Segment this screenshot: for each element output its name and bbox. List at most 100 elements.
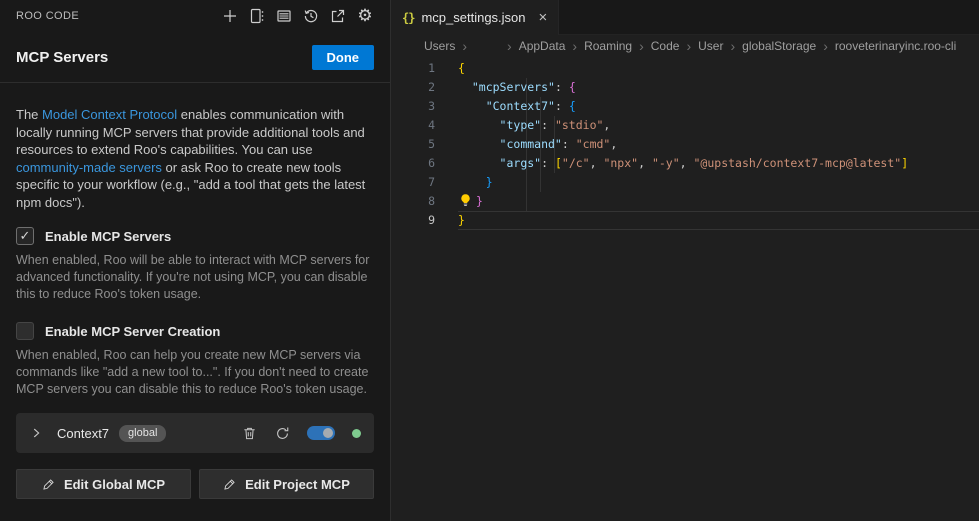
- code-token: }: [458, 213, 465, 227]
- server-enabled-toggle[interactable]: [307, 426, 335, 440]
- intro-text: The: [16, 107, 42, 122]
- trash-icon[interactable]: [241, 425, 257, 441]
- breadcrumb-item[interactable]: Code: [651, 39, 680, 53]
- tab-strip: {} mcp_settings.json ×: [391, 0, 979, 35]
- edit-project-mcp-button[interactable]: Edit Project MCP: [199, 469, 374, 499]
- code-token: ,: [590, 156, 604, 170]
- edit-project-mcp-label: Edit Project MCP: [245, 477, 350, 492]
- line-content: "type": "stdio",: [458, 116, 979, 135]
- line-content: "command": "cmd",: [458, 135, 979, 154]
- panel-header: ROO CODE ⚙: [0, 0, 390, 32]
- enable-mcp-creation-row: Enable MCP Server Creation: [16, 322, 374, 340]
- breadcrumb-separator: ›: [686, 39, 691, 53]
- edit-global-mcp-button[interactable]: Edit Global MCP: [16, 469, 191, 499]
- line-content: {: [458, 59, 979, 78]
- pencil-icon: [42, 478, 55, 491]
- intro-paragraph: The Model Context Protocol enables commu…: [16, 106, 374, 211]
- code-line[interactable]: 5 "command": "cmd",: [391, 135, 979, 154]
- line-number: 9: [391, 211, 435, 230]
- code-token: "args": [500, 156, 542, 170]
- enable-mcp-creation-checkbox[interactable]: [16, 322, 34, 340]
- line-number: 8: [391, 192, 435, 211]
- code-token: ,: [603, 118, 610, 132]
- lightbulb-icon[interactable]: [458, 192, 476, 211]
- line-number: 1: [391, 59, 435, 78]
- enable-mcp-servers-label: Enable MCP Servers: [45, 229, 171, 244]
- line-content: }: [458, 211, 979, 230]
- code-token: "@upstash/context7-mcp@latest": [694, 156, 902, 170]
- line-content: }: [458, 192, 979, 211]
- code-token: [458, 99, 486, 113]
- code-line[interactable]: 9}: [391, 211, 979, 230]
- line-number: 6: [391, 154, 435, 173]
- breadcrumb-item[interactable]: rooveterinaryinc.roo-cli: [835, 39, 956, 53]
- panel-toolbar: ⚙: [221, 7, 374, 25]
- vscode-window: ROO CODE ⚙ MCP S: [0, 0, 979, 521]
- code-line[interactable]: 4 "type": "stdio",: [391, 116, 979, 135]
- intro-link[interactable]: community-made servers: [16, 160, 162, 175]
- done-button[interactable]: Done: [312, 45, 375, 70]
- chevron-right-icon[interactable]: [29, 426, 43, 440]
- code-line[interactable]: 1{: [391, 59, 979, 78]
- breadcrumb-separator: ›: [462, 39, 467, 53]
- line-number: 7: [391, 173, 435, 192]
- notebook-icon[interactable]: [248, 7, 266, 25]
- server-stack-icon[interactable]: [275, 7, 293, 25]
- breadcrumb-separator: ›: [639, 39, 644, 53]
- line-content: "mcpServers": {: [458, 78, 979, 97]
- server-scope-badge: global: [119, 425, 166, 442]
- breadcrumb-separator: ›: [572, 39, 577, 53]
- header-divider: [0, 82, 390, 83]
- code-token: "type": [500, 118, 542, 132]
- code-token: {: [569, 99, 576, 113]
- page-title: MCP Servers: [16, 49, 108, 66]
- code-token: "cmd": [576, 137, 611, 151]
- breadcrumb-item[interactable]: User: [698, 39, 723, 53]
- refresh-icon[interactable]: [274, 425, 290, 441]
- code-token: :: [555, 99, 569, 113]
- line-content: }: [458, 173, 979, 192]
- roo-code-panel: ROO CODE ⚙ MCP S: [0, 0, 391, 521]
- code-token: :: [541, 118, 555, 132]
- code-token: ,: [638, 156, 652, 170]
- code-token: :: [555, 80, 569, 94]
- code-line[interactable]: 3 "Context7": {: [391, 97, 979, 116]
- tab-mcp-settings[interactable]: {} mcp_settings.json ×: [391, 0, 559, 35]
- code-line[interactable]: 6 "args": ["/c", "npx", "-y", "@upstash/…: [391, 154, 979, 173]
- breadcrumb-item[interactable]: globalStorage: [742, 39, 816, 53]
- intro-link[interactable]: Model Context Protocol: [42, 107, 177, 122]
- breadcrumb-separator: ›: [730, 39, 735, 53]
- tab-strip-empty: [559, 0, 979, 35]
- breadcrumb-item[interactable]: AppData: [519, 39, 566, 53]
- pencil-icon: [223, 478, 236, 491]
- open-external-icon[interactable]: [329, 7, 347, 25]
- code-token: "-y": [652, 156, 680, 170]
- code-token: ,: [680, 156, 694, 170]
- line-content: "Context7": {: [458, 97, 979, 116]
- breadcrumb: Users››AppData›Roaming›Code›User›globalS…: [391, 35, 979, 57]
- code-token: {: [569, 80, 576, 94]
- server-row-context7[interactable]: Context7 global: [16, 413, 374, 453]
- code-token: :: [562, 137, 576, 151]
- history-icon[interactable]: [302, 7, 320, 25]
- code-token: [458, 80, 472, 94]
- close-icon[interactable]: ×: [539, 10, 548, 25]
- enable-mcp-creation-description: When enabled, Roo can help you create ne…: [16, 347, 374, 398]
- code-token: }: [476, 194, 483, 208]
- plus-icon[interactable]: [221, 7, 239, 25]
- breadcrumb-item[interactable]: Roaming: [584, 39, 632, 53]
- code-line[interactable]: 7 }: [391, 173, 979, 192]
- gear-icon[interactable]: ⚙: [356, 7, 374, 25]
- code-token: "command": [500, 137, 562, 151]
- breadcrumb-item[interactable]: Users: [424, 39, 455, 53]
- enable-mcp-servers-checkbox[interactable]: ✓: [16, 227, 34, 245]
- code-line[interactable]: 8}: [391, 192, 979, 211]
- edit-buttons-row: Edit Global MCP Edit Project MCP: [16, 469, 374, 499]
- code-token: "stdio": [555, 118, 603, 132]
- code-token: {: [458, 61, 465, 75]
- edit-global-mcp-label: Edit Global MCP: [64, 477, 165, 492]
- code-line[interactable]: 2 "mcpServers": {: [391, 78, 979, 97]
- code-token: "/c": [562, 156, 590, 170]
- editor-group: {} mcp_settings.json × Users › › AppData › Ro…: [391, 0, 979, 521]
- code-editor[interactable]: 1{2 "mcpServers": {3 "Context7": {4 "typ…: [391, 57, 979, 521]
